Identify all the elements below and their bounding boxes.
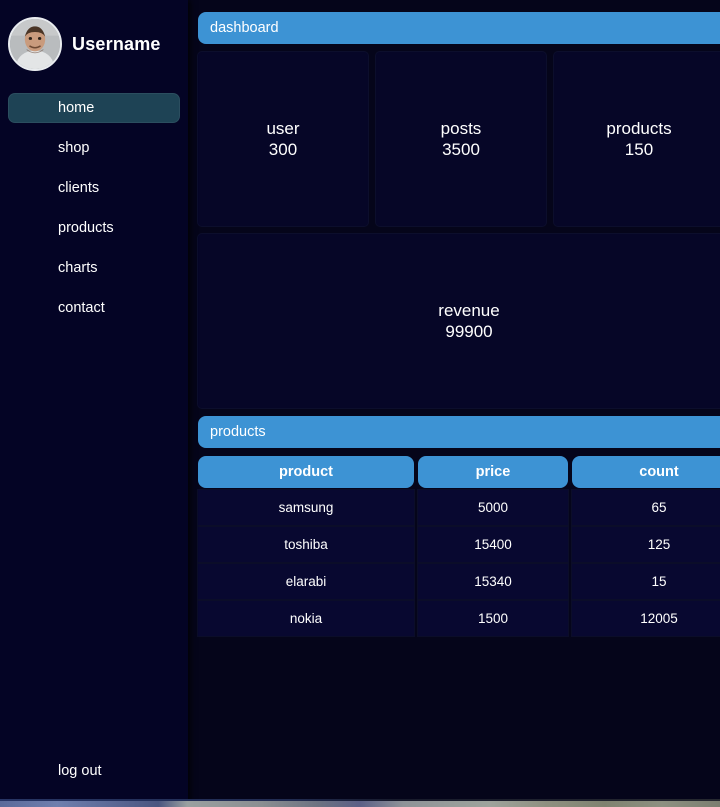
- cell-product: toshiba: [198, 527, 414, 562]
- cell-price: 15400: [418, 527, 568, 562]
- products-title-bar: products: [198, 416, 720, 448]
- username-label: Username: [72, 33, 161, 54]
- stat-card-user[interactable]: user 300: [198, 52, 368, 226]
- sidebar-item-products[interactable]: products: [8, 213, 180, 243]
- revenue-value: 99900: [445, 322, 493, 341]
- user-photo-avatar-icon: [10, 19, 60, 69]
- os-taskbar-sliver[interactable]: [0, 801, 720, 807]
- stat-card-products[interactable]: products 150: [554, 52, 720, 226]
- cell-count: 15: [572, 564, 720, 599]
- table-row[interactable]: samsung 5000 65: [198, 490, 720, 525]
- table-row[interactable]: elarabi 15340 15: [198, 564, 720, 599]
- products-table-header: product price count: [198, 456, 720, 488]
- column-header-count[interactable]: count: [572, 456, 720, 488]
- column-header-price[interactable]: price: [418, 456, 568, 488]
- cell-price: 1500: [418, 601, 568, 636]
- sidebar-item-shop[interactable]: shop: [8, 133, 180, 163]
- profile-block: Username: [0, 12, 188, 74]
- content-inner: dashboard user 300 posts 3500 products 1…: [192, 12, 720, 636]
- stat-label: products: [606, 118, 672, 138]
- table-row[interactable]: nokia 1500 12005: [198, 601, 720, 636]
- stat-value: 150: [624, 140, 654, 159]
- logout-button[interactable]: log out: [0, 763, 188, 779]
- sidebar-item-clients[interactable]: clients: [8, 173, 180, 203]
- dashboard-app: Username home shop clients products char…: [0, 0, 720, 807]
- stat-label: posts: [440, 118, 482, 138]
- cell-product: nokia: [198, 601, 414, 636]
- revenue-card[interactable]: revenue 99900: [198, 234, 720, 408]
- stat-value: 3500: [442, 140, 480, 159]
- sidebar-item-contact[interactable]: contact: [8, 293, 180, 323]
- cell-product: samsung: [198, 490, 414, 525]
- cell-product: elarabi: [198, 564, 414, 599]
- column-header-product[interactable]: product: [198, 456, 414, 488]
- revenue-label: revenue: [438, 300, 500, 320]
- cell-count: 125: [572, 527, 720, 562]
- avatar[interactable]: [8, 17, 62, 71]
- cell-count: 12005: [572, 601, 720, 636]
- sidebar-nav: home shop clients products charts contac…: [0, 88, 188, 328]
- main-content: dashboard user 300 posts 3500 products 1…: [188, 0, 720, 807]
- stat-card-posts[interactable]: posts 3500: [376, 52, 546, 226]
- stat-value: 300: [268, 140, 298, 159]
- sidebar-item-home[interactable]: home: [8, 93, 180, 123]
- cell-price: 15340: [418, 564, 568, 599]
- stat-label: user: [266, 118, 300, 138]
- cell-price: 5000: [418, 490, 568, 525]
- table-row[interactable]: toshiba 15400 125: [198, 527, 720, 562]
- cell-count: 65: [572, 490, 720, 525]
- sidebar: Username home shop clients products char…: [0, 0, 188, 807]
- sidebar-item-charts[interactable]: charts: [8, 253, 180, 283]
- stat-card-row: user 300 posts 3500 products 150: [198, 52, 720, 226]
- dashboard-title-bar: dashboard: [198, 12, 720, 44]
